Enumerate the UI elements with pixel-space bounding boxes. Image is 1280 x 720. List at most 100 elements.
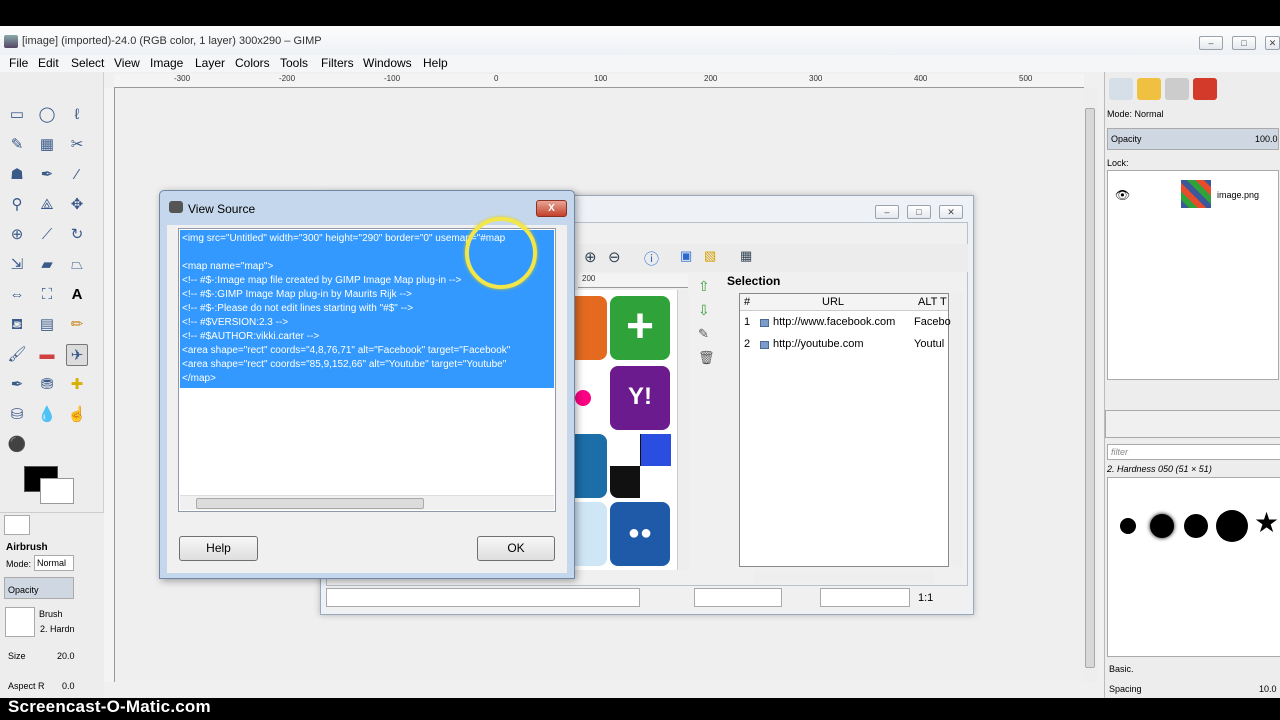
info-icon[interactable]: ⓘ [644, 248, 659, 269]
flip-icon[interactable]: ⇔ [6, 284, 28, 306]
imagemap-preview[interactable]: + Y! ●● [575, 290, 678, 570]
preview-scrollbar[interactable] [677, 290, 689, 570]
channels-icon[interactable] [1193, 78, 1217, 100]
paintbrush-icon[interactable]: 🖌 [6, 344, 28, 366]
zoom-in-icon[interactable]: ⊕ [584, 248, 597, 266]
help-button[interactable]: Help [179, 536, 258, 561]
free-select-icon[interactable]: ℓ [66, 104, 88, 126]
cage-transform-icon[interactable]: ⛶ [36, 284, 58, 306]
move-icon[interactable]: ✥ [66, 194, 88, 216]
yahoo-tile: Y! [610, 366, 670, 430]
clone-icon[interactable]: ⛃ [36, 374, 58, 396]
undo-history-icon[interactable] [1137, 78, 1161, 100]
zoom-icon[interactable]: ⚲ [6, 194, 28, 216]
align-icon[interactable]: ⊕ [6, 224, 28, 246]
imagemap-close-button[interactable]: ✕ [939, 205, 963, 219]
menu-tools[interactable]: Tools [280, 56, 308, 70]
zoom-out-icon[interactable]: ⊖ [608, 248, 621, 266]
menu-layer[interactable]: Layer [195, 56, 225, 70]
visibility-eye-icon[interactable]: 👁 [1115, 188, 1130, 202]
delete-icon[interactable]: 🗑 [698, 350, 715, 366]
grid-icon[interactable]: ▦ [740, 248, 752, 264]
ok-button[interactable]: OK [477, 536, 555, 561]
rect-select-icon[interactable]: ▭ [6, 104, 28, 126]
column-url[interactable]: URL [822, 296, 844, 308]
table-vscroll[interactable] [951, 293, 963, 567]
color-picker-icon[interactable]: ⁄ [66, 164, 88, 186]
move-down-icon[interactable]: ⇩ [698, 302, 710, 319]
row-1-url[interactable]: http://www.facebook.com [773, 316, 895, 328]
scale-icon[interactable]: ⇲ [6, 254, 28, 276]
table-hscroll[interactable] [754, 571, 934, 583]
arrange-icon[interactable]: ▣ [680, 248, 692, 264]
column-num[interactable]: # [744, 296, 750, 308]
background-color-swatch[interactable] [40, 478, 74, 504]
rotate-icon[interactable]: ↻ [66, 224, 88, 246]
brush-grid[interactable]: ★ [1107, 477, 1280, 657]
menu-file[interactable]: File [9, 56, 28, 70]
heal-icon[interactable]: ✚ [66, 374, 88, 396]
dodge-burn-icon[interactable]: ⚫ [6, 434, 28, 456]
brush-filter-input[interactable] [1107, 444, 1280, 460]
airbrush-icon[interactable]: ✈ [66, 344, 88, 366]
pencil-icon[interactable]: ✏ [66, 314, 88, 336]
menu-view[interactable]: View [114, 56, 140, 70]
perspective-clone-icon[interactable]: ⛁ [6, 404, 28, 426]
perspective-icon[interactable]: ⏢ [66, 254, 88, 276]
mode-select[interactable]: Normal [34, 555, 74, 571]
text-tool-icon[interactable]: A [66, 284, 88, 306]
size-value[interactable]: 20.0 [57, 651, 75, 661]
source-hscroll-thumb[interactable] [196, 498, 424, 509]
crop-icon[interactable]: ⟋ [36, 224, 58, 246]
column-alt[interactable]: ALT T [918, 296, 947, 308]
smudge-icon[interactable]: ☝ [66, 404, 88, 426]
close-window-button[interactable]: ✕ [1265, 36, 1280, 50]
paths-icon[interactable]: ✒ [36, 164, 58, 186]
dialog-close-button[interactable]: X [536, 200, 567, 217]
measure-icon[interactable]: ⟁ [36, 194, 58, 216]
tool-options-tab[interactable] [4, 515, 30, 535]
ink-icon[interactable]: ✒ [6, 374, 28, 396]
menu-colors[interactable]: Colors [235, 56, 270, 70]
menu-select[interactable]: Select [71, 56, 104, 70]
move-up-icon[interactable]: ⇧ [698, 278, 710, 295]
layers-icon[interactable] [1165, 78, 1189, 100]
scissors-icon[interactable]: ✂ [66, 134, 88, 156]
star-brush-icon[interactable]: ★ [1254, 508, 1279, 538]
fuzzy-select-icon[interactable]: ✎ [6, 134, 28, 156]
color-select-icon[interactable]: ▦ [36, 134, 58, 156]
brush-preset-label[interactable]: Basic. [1109, 664, 1134, 674]
window-title: [image] (imported)-24.0 (RGB color, 1 la… [22, 35, 322, 47]
aspect-value[interactable]: 0.0 [62, 681, 75, 691]
foreground-select-icon[interactable]: ☗ [6, 164, 28, 186]
minimize-button[interactable]: – [1199, 36, 1223, 50]
brush-preview[interactable] [5, 607, 35, 637]
maximize-button[interactable]: □ [1232, 36, 1256, 50]
layer-thumbnail[interactable] [1181, 180, 1211, 208]
edit-icon[interactable]: ✎ [698, 326, 709, 342]
ruler-tick: -200 [279, 74, 296, 83]
eraser-icon[interactable]: ▬ [36, 344, 58, 366]
blend-icon[interactable]: ▤ [36, 314, 58, 336]
row-2-alt[interactable]: Youtul [914, 338, 944, 350]
row-1-alt[interactable]: Facebo [914, 316, 951, 328]
menu-windows[interactable]: Windows [363, 56, 412, 70]
menu-help[interactable]: Help [423, 56, 448, 70]
row-2-url[interactable]: http://youtube.com [773, 338, 864, 350]
row-1-num[interactable]: 1 [744, 316, 750, 328]
imagemap-maximize-button[interactable]: □ [907, 205, 931, 219]
blur-sharpen-icon[interactable]: 💧 [36, 404, 58, 426]
layer-name[interactable]: image.png [1217, 190, 1259, 200]
menu-image[interactable]: Image [150, 56, 183, 70]
source-hscrollbar[interactable] [180, 495, 554, 510]
menu-edit[interactable]: Edit [38, 56, 59, 70]
row-2-num[interactable]: 2 [744, 338, 750, 350]
ellipse-select-icon[interactable]: ◯ [36, 104, 58, 126]
shear-icon[interactable]: ▰ [36, 254, 58, 276]
imagemap-minimize-button[interactable]: – [875, 205, 899, 219]
menu-filters[interactable]: Filters [321, 56, 354, 70]
bucket-fill-icon[interactable]: ⛾ [6, 314, 28, 336]
canvas-vertical-scrollbar[interactable] [1083, 88, 1097, 682]
tool-options-dock-icon[interactable] [1109, 78, 1133, 100]
grid-settings-icon[interactable]: ▧ [704, 248, 716, 264]
